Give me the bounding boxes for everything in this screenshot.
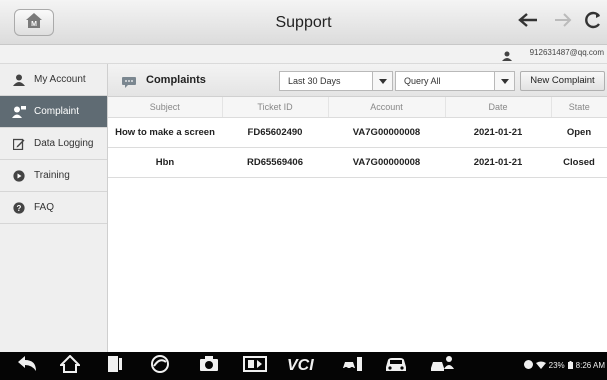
vehicle-button[interactable] (382, 355, 410, 377)
camera-button[interactable] (196, 355, 222, 377)
sidebar-item-label: Data Logging (34, 138, 94, 149)
recent-apps-button[interactable] (103, 355, 127, 377)
sidebar-item-complaint[interactable]: Complaint (0, 96, 107, 128)
column-header-ticket-id: Ticket ID (222, 97, 329, 118)
cell-date: 2021-01-21 (445, 117, 551, 148)
cell-ticket-id: RD65569406 (222, 147, 328, 178)
user-bar: 912631487@qq.com (0, 45, 607, 64)
help-icon: ? (12, 201, 26, 215)
battery-icon (567, 360, 573, 371)
sidebar-item-data-logging[interactable]: Data Logging (0, 128, 107, 160)
query-select-value: Query All (404, 76, 441, 86)
camera-icon (199, 355, 219, 377)
cell-account: VA7G00000008 (328, 117, 445, 148)
vci-icon: VCI (286, 355, 320, 378)
sidebar-item-label: My Account (34, 74, 86, 85)
column-header-account: Account (328, 97, 446, 118)
car-service-icon (430, 355, 456, 378)
title-bar: M Support (0, 0, 607, 45)
vehicle-service-button[interactable] (428, 355, 458, 377)
system-nav-bar: VCI 23% 8:26 AM (0, 352, 607, 380)
table-header-row: Subject Ticket ID Account Date State (108, 97, 607, 118)
table-row[interactable]: How to make a screen FD65602490 VA7G0000… (108, 117, 607, 148)
period-select[interactable]: Last 30 Days (279, 71, 393, 91)
query-select[interactable]: Query All (395, 71, 515, 91)
arrow-left-icon (518, 12, 538, 33)
car-icon (384, 355, 408, 378)
complaints-table: Subject Ticket ID Account Date State How… (108, 97, 607, 178)
browser-icon (151, 354, 169, 378)
cell-state: Closed (551, 147, 607, 178)
sidebar-item-label: Complaint (34, 106, 80, 117)
arrow-right-icon (554, 12, 572, 32)
sidebar-item-label: Training (34, 170, 70, 181)
chevron-down-icon (372, 72, 392, 90)
sidebar-item-faq[interactable]: ? FAQ (0, 192, 107, 224)
car-fuel-icon (341, 355, 365, 378)
refresh-icon (584, 11, 602, 34)
play-icon (12, 169, 26, 183)
complaints-toolbar: Complaints Last 30 Days Query All New Co… (108, 64, 607, 97)
svg-text:?: ? (17, 204, 22, 213)
refresh-button[interactable] (580, 9, 606, 35)
back-icon (16, 355, 38, 377)
cell-state: Open (551, 117, 607, 148)
complaint-icon (12, 105, 26, 119)
section-title: Complaints (146, 74, 206, 86)
screen-mirror-button[interactable] (240, 355, 270, 377)
back-button[interactable] (515, 9, 541, 35)
fuel-button[interactable] (339, 355, 367, 377)
table-row[interactable]: Hbn RD65569406 VA7G00000008 2021-01-21 C… (108, 147, 607, 178)
chat-icon (122, 75, 136, 93)
cell-account: VA7G00000008 (328, 147, 445, 178)
chevron-down-icon (494, 72, 514, 90)
cell-ticket-id: FD65602490 (222, 117, 328, 148)
edit-icon (12, 137, 26, 151)
main-panel: Complaints Last 30 Days Query All New Co… (108, 64, 607, 352)
status-area: 23% 8:26 AM (523, 360, 605, 371)
user-email: 912631487@qq.com (529, 48, 604, 57)
vci-button[interactable]: VCI (284, 355, 322, 377)
column-header-date: Date (445, 97, 552, 118)
back-nav-button[interactable] (14, 355, 40, 377)
notification-icon (523, 360, 533, 371)
screen-mirror-icon (243, 355, 267, 377)
column-header-subject: Subject (108, 97, 223, 118)
wifi-icon (535, 361, 546, 371)
sidebar-item-label: FAQ (34, 202, 55, 213)
period-select-value: Last 30 Days (288, 76, 341, 86)
svg-text:VCI: VCI (287, 357, 314, 373)
battery-level: 23% (548, 361, 565, 370)
browser-button[interactable] (147, 354, 173, 378)
new-complaint-button[interactable]: New Complaint (520, 71, 605, 91)
sidebar-item-my-account[interactable]: My Account (0, 64, 107, 96)
sidebar-item-training[interactable]: Training (0, 160, 107, 192)
recent-apps-icon (107, 355, 123, 378)
person-icon (12, 73, 26, 87)
clock-time: 8:26 AM (575, 361, 605, 370)
home-nav-button[interactable] (57, 354, 83, 378)
forward-button[interactable] (550, 9, 576, 35)
house-icon (58, 354, 82, 378)
cell-subject: Hbn (108, 147, 222, 178)
cell-date: 2021-01-21 (445, 147, 551, 178)
column-header-state: State (551, 97, 607, 118)
sidebar: My Account Complaint Data Logging Traini… (0, 64, 108, 352)
cell-subject: How to make a screen (108, 117, 222, 148)
